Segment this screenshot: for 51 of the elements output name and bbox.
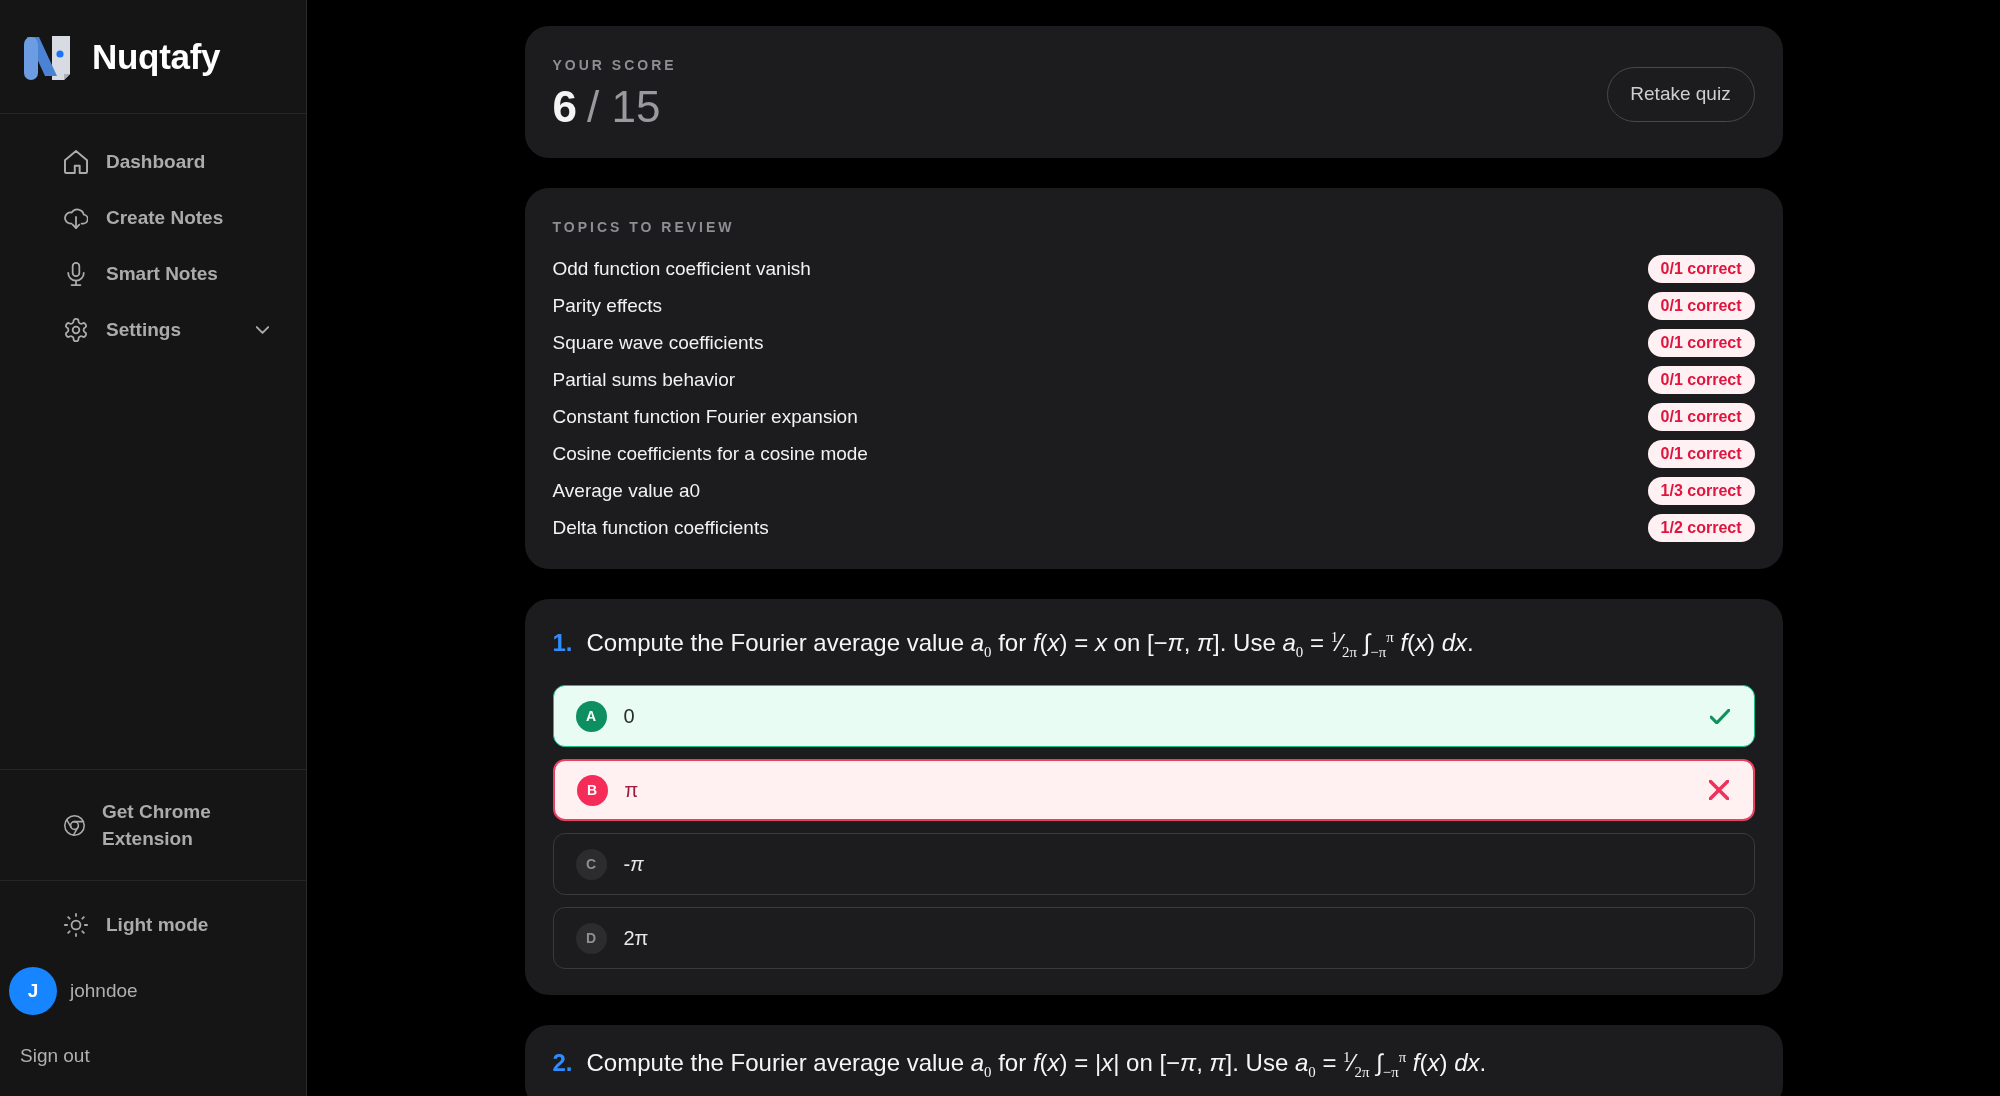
topic-name: Square wave coefficients <box>552 331 764 354</box>
nav-item[interactable]: Dashboard <box>0 134 306 190</box>
option-letter: B <box>576 774 608 806</box>
light-mode-toggle[interactable]: Light mode <box>0 897 306 953</box>
topic-name: Delta function coefficients <box>552 516 769 539</box>
answer-option[interactable]: A 0 <box>552 685 1755 747</box>
question-text: Compute the Fourier average value a$_{0}$ for f(x) = x on [−π, π]. Use a$_{0}$ = $^{1}$⁄$_{2π}$ ∫$_{−π}$$^{π}$ f(x) dx. <box>586 628 1474 662</box>
user-name: johndoe <box>70 980 138 1002</box>
option-letter: C <box>575 848 607 880</box>
result-badge: 0/1 correct <box>1647 328 1755 357</box>
result-badge: 0/1 correct <box>1647 291 1755 320</box>
app-name: Nuqtafy <box>92 36 221 77</box>
score-total: / 15 <box>587 82 661 132</box>
cloud-download-icon <box>64 206 88 230</box>
microphone-icon <box>64 262 88 286</box>
option-letter: A <box>575 700 607 732</box>
nav-item[interactable]: Create Notes <box>0 190 306 246</box>
home-icon <box>64 150 88 174</box>
topic-name: Parity effects <box>552 294 662 317</box>
nav-item[interactable]: Smart Notes <box>0 246 306 302</box>
question-text: Compute the Fourier average value a$_{0}$ for f(x) = |x| on [−π, π]. Use a$_{0}$ = $^{1}$⁄$_{2π}$ ∫$_{−π}$$^{π}$ f(x) dx. <box>586 1048 1487 1082</box>
topic-name: Average value a0 <box>552 479 701 502</box>
nav-item[interactable]: Settings <box>0 302 306 358</box>
x-mark-icon <box>1708 780 1729 800</box>
result-badge: 0/1 correct <box>1647 402 1755 431</box>
answer-option[interactable]: D 2π <box>552 907 1755 969</box>
result-badge: 0/1 correct <box>1647 439 1755 468</box>
n-logo-icon <box>24 33 70 80</box>
question-number: 2. <box>552 1048 573 1078</box>
settings-icon <box>64 318 88 342</box>
topic-name: Constant function Fourier expansion <box>552 405 858 428</box>
topic-name: Odd function coefficient vanish <box>552 257 811 280</box>
option-letter: D <box>575 922 607 954</box>
chrome-extension-link[interactable]: Get Chrome Extension <box>0 798 232 852</box>
score-correct: 6 <box>552 82 577 132</box>
answer-option[interactable]: C -π <box>552 833 1755 895</box>
user-avatar: J <box>9 967 57 1015</box>
chrome-icon <box>64 814 85 836</box>
answer-option[interactable]: B π <box>552 759 1755 821</box>
result-badge: 1/3 correct <box>1647 476 1755 505</box>
sign-out-link[interactable]: Sign out <box>20 1044 90 1068</box>
topic-name: Partial sums behavior <box>552 368 736 391</box>
topic-name: Cosine coefficients for a cosine mode <box>552 442 868 465</box>
topics-title: TOPICS TO REVIEW <box>552 218 736 236</box>
check-icon <box>1709 708 1730 724</box>
result-badge: 0/1 correct <box>1647 254 1755 283</box>
result-badge: 1/2 correct <box>1647 513 1755 542</box>
score-label: YOUR SCORE <box>552 56 677 74</box>
question-number: 1. <box>552 628 573 658</box>
result-badge: 0/1 correct <box>1647 365 1755 394</box>
sun-icon <box>64 913 88 937</box>
